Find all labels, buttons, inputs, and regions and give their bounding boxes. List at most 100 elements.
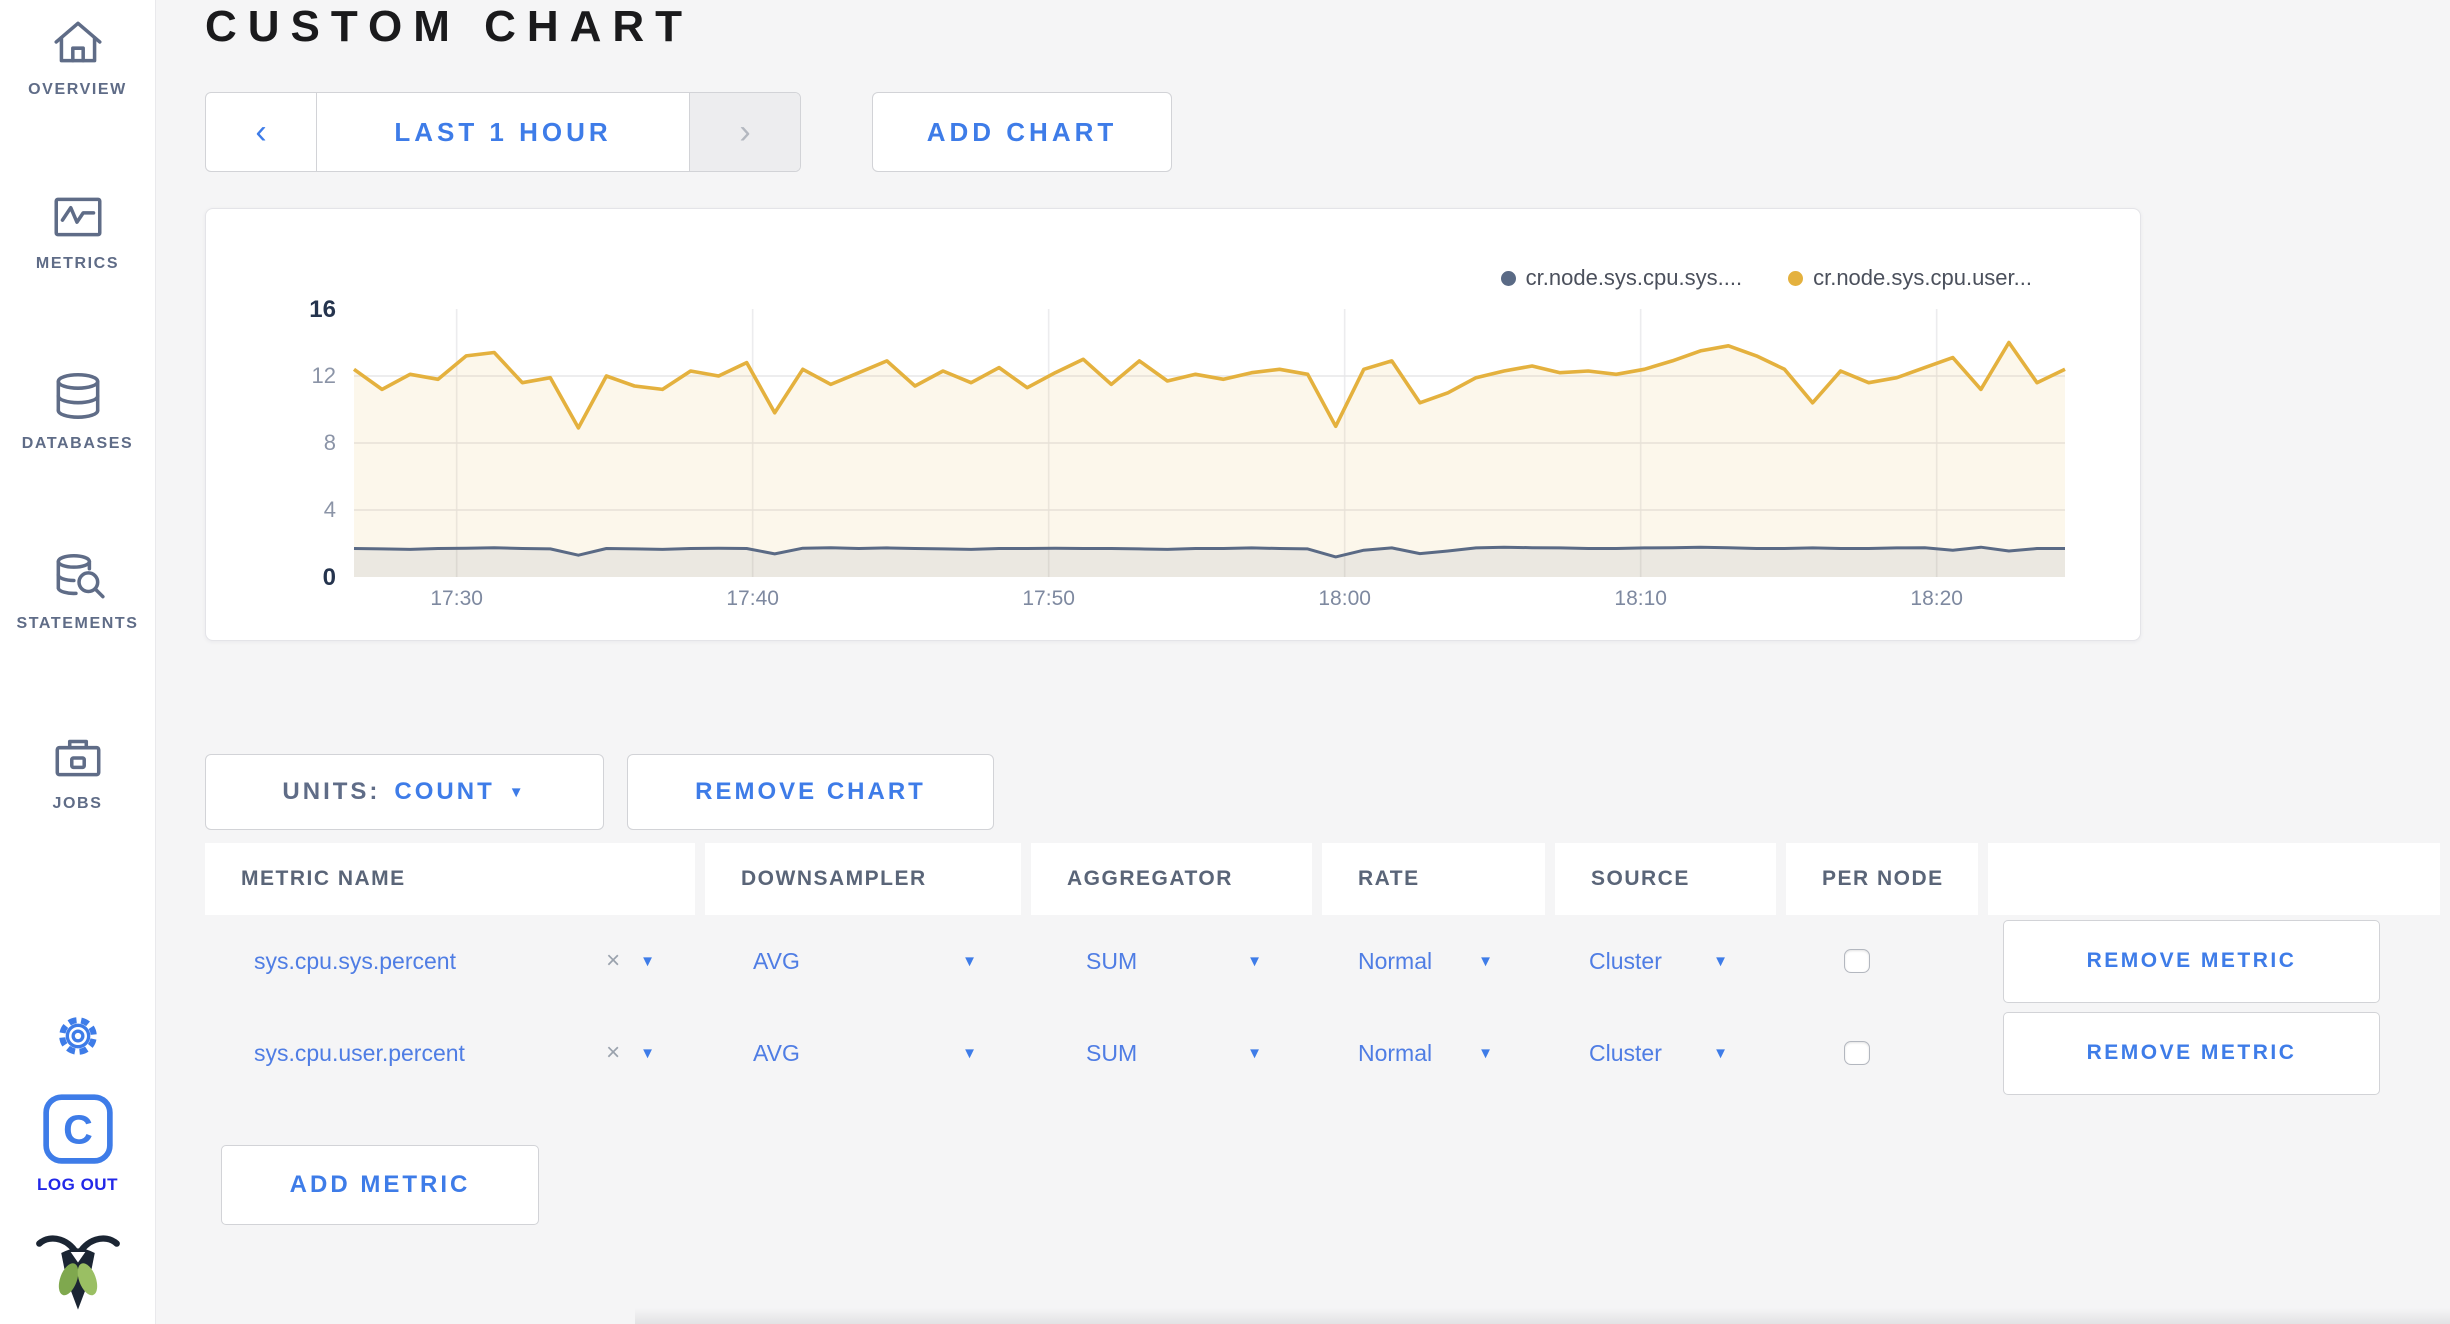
table-header-cell: SOURCE (1555, 843, 1776, 915)
caret-down-icon: ▼ (1478, 1044, 1493, 1062)
caret-down-icon: ▼ (1713, 952, 1728, 970)
database-icon (49, 368, 107, 426)
caret-down-icon: ▼ (962, 1044, 977, 1062)
per-node-checkbox[interactable] (1844, 949, 1870, 973)
time-next-button[interactable]: › (689, 93, 800, 171)
time-prev-button[interactable]: ‹ (206, 93, 317, 171)
metric-row: sys.cpu.sys.percent × ▼ AVG ▼ SUM ▼ Norm… (205, 915, 2440, 1007)
sidebar-item-metrics[interactable]: METRICS (0, 188, 155, 273)
add-metric-button[interactable]: ADD METRIC (221, 1145, 539, 1225)
toolbar: ‹ LAST 1 HOUR › ADD CHART (205, 92, 1172, 172)
chevron-right-icon: › (739, 112, 751, 151)
legend-item[interactable]: cr.node.sys.cpu.sys.... (1500, 265, 1742, 291)
custom-chart-page: OVERVIEW METRICS DATABASES STATEMENTS JO… (0, 0, 2450, 1324)
x-axis-tick: 18:20 (1910, 587, 1963, 610)
home-icon (49, 14, 107, 72)
metrics-table-header: METRIC NAME DOWNSAMPLER AGGREGATOR RATE SOUR… (205, 843, 2440, 915)
per-node-checkbox[interactable] (1844, 1041, 1870, 1065)
source-select[interactable]: Cluster ▼ (1555, 915, 1776, 1007)
y-axis-tick: 0 (322, 564, 336, 591)
units-label: UNITS: (282, 778, 381, 805)
caret-down-icon[interactable]: ▼ (640, 954, 655, 969)
x-axis-tick: 18:00 (1318, 587, 1371, 610)
sidebar-item-label: OVERVIEW (28, 81, 127, 98)
rate-value: Normal (1358, 1039, 1433, 1066)
caret-down-icon: ▼ (1247, 952, 1262, 970)
series-dot-icon (1500, 270, 1516, 286)
caret-down-icon: ▼ (1247, 1044, 1262, 1062)
table-header-cell: PER NODE (1786, 843, 1978, 915)
metrics-icon (49, 188, 107, 246)
log-out-label: LOG OUT (37, 1175, 118, 1194)
downsampler-select[interactable]: AVG ▼ (705, 915, 1021, 1007)
x-axis-tick: 17:40 (726, 587, 779, 610)
scroll-shadow (635, 1308, 2450, 1324)
sidebar-item-statements[interactable]: STATEMENTS (0, 548, 155, 633)
svg-text:C: C (63, 1106, 93, 1152)
cockroach-bug-icon (32, 1230, 124, 1318)
source-select[interactable]: Cluster ▼ (1555, 1007, 1776, 1099)
caret-down-icon: ▼ (1478, 952, 1493, 970)
sidebar: OVERVIEW METRICS DATABASES STATEMENTS JO… (0, 0, 156, 1324)
line-chart (352, 309, 2066, 577)
aggregator-select[interactable]: SUM ▼ (1031, 915, 1312, 1007)
caret-down-icon[interactable]: ▼ (640, 1046, 655, 1061)
x-axis-tick: 17:30 (430, 587, 483, 610)
jobs-icon (49, 728, 107, 786)
metric-name-cell: sys.cpu.sys.percent × ▼ (205, 915, 695, 1007)
sidebar-item-jobs[interactable]: JOBS (0, 728, 155, 813)
sidebar-item-label: DATABASES (21, 435, 134, 452)
x-axis-tick: 18:10 (1614, 587, 1667, 610)
source-value: Cluster (1589, 1039, 1662, 1066)
clear-metric-icon[interactable]: × (606, 1039, 620, 1067)
rate-select[interactable]: Normal ▼ (1322, 1007, 1545, 1099)
clear-metric-icon[interactable]: × (606, 947, 620, 975)
source-value: Cluster (1589, 947, 1662, 974)
aggregator-value: SUM (1086, 947, 1138, 974)
sidebar-item-overview[interactable]: OVERVIEW (0, 14, 155, 99)
table-header-cell: DOWNSAMPLER (705, 843, 1021, 915)
time-range-dropdown[interactable]: LAST 1 HOUR (317, 93, 689, 171)
statements-icon (49, 548, 107, 606)
table-header-cell: AGGREGATOR (1031, 843, 1312, 915)
downsampler-value: AVG (753, 1039, 800, 1066)
sidebar-item-label: METRICS (35, 255, 120, 272)
time-range-selector: ‹ LAST 1 HOUR › (205, 92, 801, 172)
remove-chart-button[interactable]: REMOVE CHART (627, 754, 994, 830)
rate-select[interactable]: Normal ▼ (1322, 915, 1545, 1007)
downsampler-select[interactable]: AVG ▼ (705, 1007, 1021, 1099)
y-axis-tick: 4 (323, 497, 336, 522)
y-axis-tick: 12 (311, 363, 336, 388)
page-title: CUSTOM CHART (205, 2, 694, 51)
metric-name[interactable]: sys.cpu.sys.percent (254, 948, 456, 975)
metric-name[interactable]: sys.cpu.user.percent (254, 1040, 465, 1067)
caret-down-icon: ▼ (1713, 1044, 1728, 1062)
remove-metric-button[interactable]: REMOVE METRIC (2003, 1011, 2380, 1095)
series-dot-icon (1788, 270, 1804, 286)
per-node-cell (1786, 1007, 1978, 1099)
aggregator-select[interactable]: SUM ▼ (1031, 1007, 1312, 1099)
units-dropdown[interactable]: UNITS: COUNT ▼ (205, 754, 604, 830)
settings-button[interactable] (0, 1010, 155, 1062)
legend-item[interactable]: cr.node.sys.cpu.user... (1788, 265, 2032, 291)
chevron-left-icon: ‹ (255, 112, 267, 151)
caret-down-icon: ▼ (962, 952, 977, 970)
chart-legend: cr.node.sys.cpu.sys.... cr.node.sys.cpu.… (1500, 265, 2032, 291)
sidebar-item-label: JOBS (52, 795, 103, 812)
caret-down-icon: ▼ (508, 783, 527, 801)
log-out-button[interactable]: C LOG OUT (0, 1092, 155, 1195)
y-axis-labels: 0 4 8 12 16 (206, 296, 336, 591)
chart-svg (352, 309, 2066, 577)
sidebar-item-label: STATEMENTS (16, 615, 139, 632)
add-chart-button[interactable]: ADD CHART (872, 92, 1172, 172)
table-header-cell: RATE (1322, 843, 1545, 915)
gear-icon (52, 1010, 104, 1062)
metric-name-cell: sys.cpu.user.percent × ▼ (205, 1007, 695, 1099)
actions-cell: REMOVE METRIC (1988, 915, 2440, 1007)
units-value: COUNT (394, 778, 495, 805)
sidebar-item-databases[interactable]: DATABASES (0, 368, 155, 453)
chart-panel: cr.node.sys.cpu.sys.... cr.node.sys.cpu.… (205, 208, 2141, 641)
remove-metric-button[interactable]: REMOVE METRIC (2003, 919, 2380, 1003)
main-content: CUSTOM CHART ‹ LAST 1 HOUR › ADD CHART c… (155, 0, 2450, 1324)
downsampler-value: AVG (753, 947, 800, 974)
